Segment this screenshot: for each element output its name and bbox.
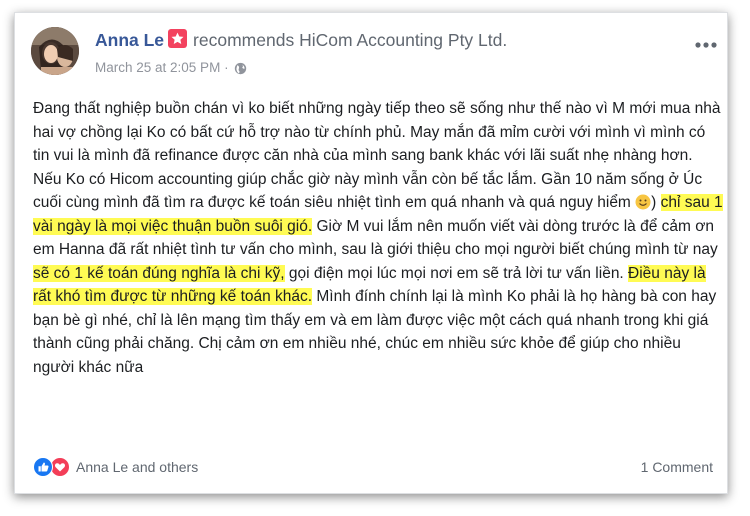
post-body: Đang thất nghiệp buồn chán vì ko biết nh… [33, 97, 723, 379]
page-name[interactable]: HiCom Accounting Pty Ltd. [299, 30, 507, 50]
star-icon [168, 29, 188, 48]
post-text-1: Đang thất nghiệp buồn chán vì ko biết nh… [33, 100, 721, 211]
globe-icon[interactable] [234, 62, 247, 78]
post-text-4: gọi điện mọi lúc mọi nơi em sẽ trả lời t… [284, 264, 629, 282]
post-meta: March 25 at 2:05 PM · [95, 60, 247, 78]
comments-count[interactable]: 1 Comment [641, 459, 713, 475]
highlight-2: sẽ có 1 kế toán đúng nghĩa là chi kỹ, [33, 264, 285, 282]
post-card: Anna Le recommends HiCom Accounting Pty L… [14, 12, 728, 494]
more-options-icon[interactable] [695, 35, 717, 48]
action-text: recommends [193, 30, 295, 50]
smiley-emoji-icon [635, 194, 651, 210]
heart-icon [50, 457, 70, 477]
author-avatar[interactable] [31, 27, 79, 75]
reactors-text[interactable]: Anna Le and others [76, 459, 198, 475]
post-timestamp[interactable]: March 25 at 2:05 PM [95, 60, 220, 75]
post-header: Anna Le recommends HiCom Accounting Pty L… [95, 29, 507, 51]
avatar-photo [31, 27, 79, 75]
like-icon [33, 457, 53, 477]
author-name[interactable]: Anna Le [95, 30, 164, 50]
meta-separator: · [224, 60, 229, 75]
post-text-2: ) [651, 194, 661, 211]
reactions-summary[interactable]: Anna Le and others [33, 457, 198, 477]
